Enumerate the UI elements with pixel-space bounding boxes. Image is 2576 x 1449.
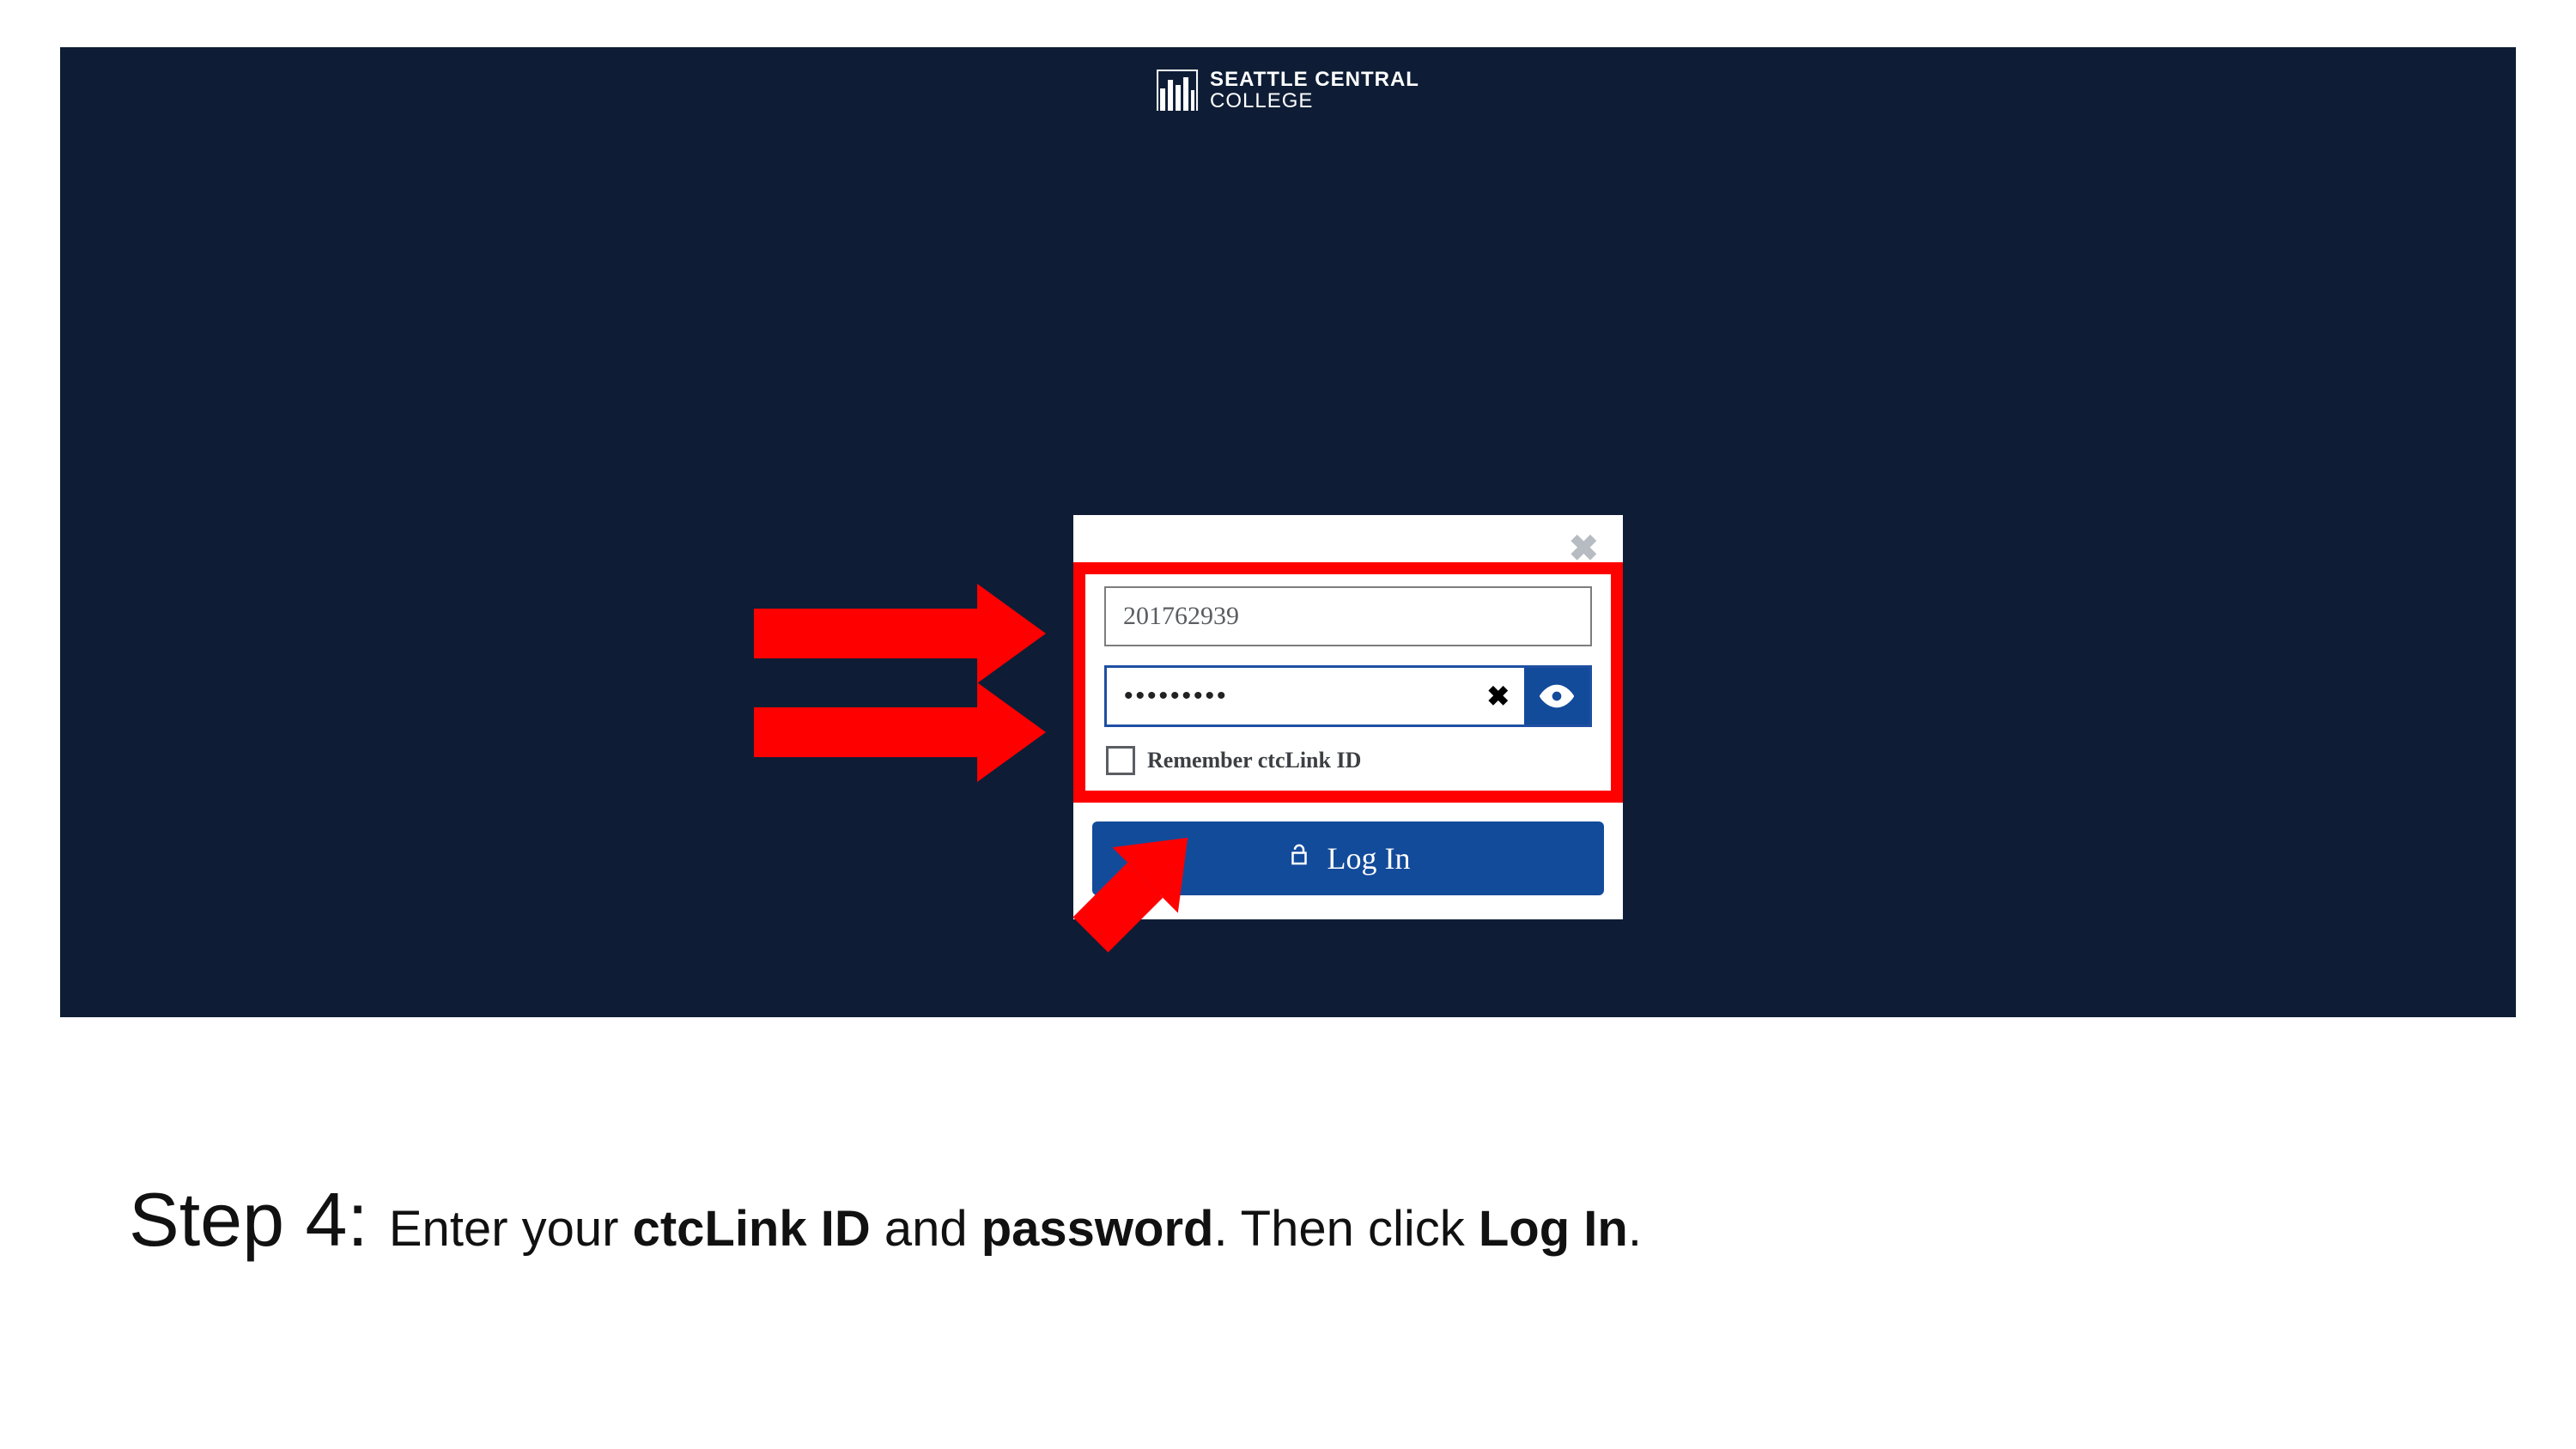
remember-label: Remember ctcLink ID <box>1147 748 1361 773</box>
logo-line-2: COLLEGE <box>1210 90 1419 112</box>
caption-part: and <box>871 1201 981 1257</box>
caption-bold-login: Log In <box>1479 1201 1628 1257</box>
logo-line-1: SEATTLE CENTRAL <box>1210 69 1419 90</box>
remember-checkbox[interactable] <box>1106 746 1135 775</box>
annotation-arrow-id <box>754 584 1046 683</box>
annotation-arrow-password <box>754 682 1046 782</box>
close-icon[interactable]: ✖ <box>1569 530 1599 567</box>
card-header: ✖ <box>1073 515 1623 562</box>
instruction-slide: SEATTLE CENTRAL COLLEGE ✖ ✖ <box>0 0 2576 1449</box>
caption-part: . Then click <box>1213 1201 1478 1257</box>
login-button-label: Log In <box>1327 840 1411 876</box>
caption-bold-password: password <box>981 1201 1214 1257</box>
caption-bold-ctclink: ctcLink ID <box>633 1201 871 1257</box>
highlighted-fields-box: ✖ Remember ctcLink ID <box>1073 562 1623 803</box>
show-password-icon[interactable] <box>1524 668 1589 724</box>
logo-skyline-icon <box>1157 70 1198 111</box>
unlock-icon <box>1286 840 1312 876</box>
step-instruction-text: Enter your ctcLink ID and password. Then… <box>389 1200 1642 1258</box>
caption-part: Enter your <box>389 1201 633 1257</box>
logo-text: SEATTLE CENTRAL COLLEGE <box>1210 69 1419 112</box>
screenshot-panel: SEATTLE CENTRAL COLLEGE ✖ ✖ <box>60 47 2516 1017</box>
remember-row: Remember ctcLink ID <box>1104 746 1592 775</box>
clear-password-icon[interactable]: ✖ <box>1473 668 1524 724</box>
password-input[interactable] <box>1107 668 1473 724</box>
caption-part: . <box>1628 1201 1642 1257</box>
step-number-label: Step 4: <box>129 1176 368 1264</box>
step-caption: Step 4: Enter your ctcLink ID and passwo… <box>129 1176 2447 1264</box>
college-logo: SEATTLE CENTRAL COLLEGE <box>1157 69 1419 112</box>
ctclink-id-input[interactable] <box>1104 586 1592 646</box>
password-row: ✖ <box>1104 665 1592 727</box>
